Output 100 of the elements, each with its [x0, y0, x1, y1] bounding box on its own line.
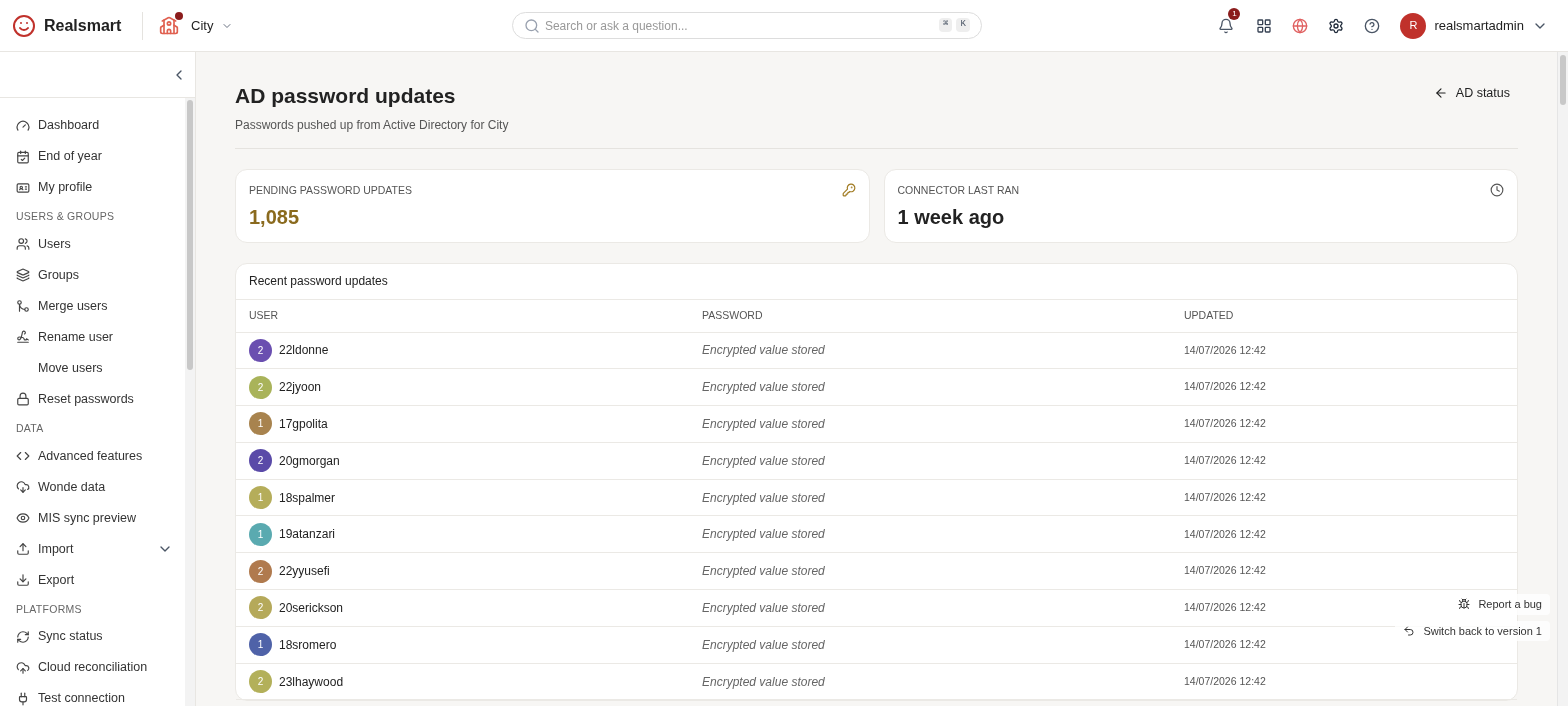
password-cell-text: Encrypted value stored [702, 416, 825, 433]
nav-item[interactable]: Wonde data [16, 471, 173, 503]
stat-label: CONNECTOR LAST RAN [897, 182, 1020, 198]
user-avatar: 1 [249, 412, 272, 436]
user-avatar: 1 [249, 522, 272, 546]
username: 22yyusefi [279, 563, 330, 581]
globe-button[interactable] [1292, 17, 1309, 34]
search-icon [523, 18, 540, 34]
password-cell-text: Encrypted value stored [702, 489, 825, 507]
nav-item[interactable]: MIS sync preview [16, 502, 173, 534]
section-title: USERS & GROUPS [16, 209, 116, 224]
column-header: UPDATED [1184, 307, 1235, 323]
nav-item[interactable]: End of year [16, 141, 173, 172]
password-cell-text: Encrypted value stored [702, 342, 825, 360]
nav-item[interactable]: Export [16, 564, 173, 596]
user-avatar: R [1400, 12, 1427, 39]
nav-item[interactable]: Cloud reconciliation [16, 652, 173, 684]
nav-item[interactable]: Test connection [16, 683, 173, 706]
username: 20gmorgan [279, 452, 340, 470]
username: 17gpolita [279, 416, 328, 433]
nav-item[interactable]: Import [16, 533, 173, 565]
apps-button[interactable] [1256, 17, 1273, 34]
nav-item[interactable]: Rename user [16, 321, 173, 353]
updated-cell-text: 14/07/2026 12:42 [1184, 342, 1266, 358]
user-avatar: 2 [249, 449, 272, 473]
password-cell-text: Encrypted value stored [702, 563, 825, 581]
user-avatar: 2 [249, 596, 272, 620]
password-cell-text: Encrypted value stored [702, 452, 825, 470]
password-cell-text: Encrypted value stored [702, 599, 825, 617]
nav-item[interactable]: Reset passwords [16, 383, 173, 415]
back-link[interactable]: AD status [1433, 84, 1510, 103]
user-avatar: 2 [249, 559, 272, 583]
id-card-icon [16, 180, 30, 195]
settings-button[interactable] [1328, 17, 1345, 34]
lock-icon [16, 392, 30, 407]
password-cell-text: Encrypted value stored [702, 379, 825, 397]
column-header: PASSWORD [702, 307, 764, 323]
clock-icon [1490, 182, 1504, 197]
notification-count: 1 [1228, 7, 1241, 20]
user-menu[interactable]: R realsmartadmin [1400, 12, 1548, 39]
table-title: Recent password updates [236, 263, 1517, 300]
nav-item[interactable]: Users [16, 228, 173, 260]
updated-cell-text: 14/07/2026 12:42 [1184, 526, 1266, 542]
sync-icon [16, 629, 30, 644]
updated-cell-text: 14/07/2026 12:42 [1184, 673, 1266, 689]
updated-cell-text: 14/07/2026 12:42 [1184, 563, 1266, 579]
username: 18sromero [279, 636, 337, 654]
nav-item[interactable]: My profile [16, 172, 173, 203]
scrollbar[interactable] [185, 98, 195, 706]
nav-item[interactable]: Sync status [16, 621, 173, 653]
code-icon [16, 449, 30, 463]
gauge-icon [16, 118, 30, 133]
school-icon [159, 15, 179, 36]
page-subtitle: Passwords pushed up from Active Directory for City [235, 116, 509, 134]
user-avatar: 1 [249, 486, 272, 510]
password-cell-text: Encrypted value stored [702, 673, 825, 691]
stat-value: 1 week ago [897, 205, 1006, 231]
updated-cell-text: 14/07/2026 12:42 [1184, 489, 1266, 505]
grid-icon [1256, 17, 1273, 34]
eye-icon [16, 511, 30, 525]
user-avatar: 2 [249, 338, 272, 362]
updated-cell-text: 14/07/2026 12:42 [1184, 379, 1266, 395]
user-avatar: 2 [249, 375, 272, 399]
nav-item[interactable]: Advanced features [16, 440, 173, 472]
undo-icon [1403, 624, 1416, 637]
users-icon [16, 237, 30, 252]
shortcut-key: ⌘ [939, 18, 953, 32]
plug-icon [16, 691, 30, 706]
cloud-upload-icon [16, 660, 30, 675]
globe-icon [1292, 17, 1309, 34]
shortcut-key: K [956, 18, 970, 32]
column-header: USER [249, 307, 280, 323]
section-title: PLATFORMS [16, 601, 83, 617]
nav-item[interactable]: Move users [16, 352, 173, 384]
user-avatar: 1 [249, 633, 272, 657]
bug-icon [1458, 598, 1471, 611]
updated-cell-text: 14/07/2026 12:42 [1184, 452, 1266, 468]
stat-value: 1,085 [249, 205, 301, 231]
username: 20serickson [279, 599, 344, 617]
username: 23lhaywood [279, 673, 344, 691]
nav-item[interactable]: Groups [16, 259, 173, 291]
school-selector[interactable]: City [187, 15, 238, 36]
password-cell-text: Encrypted value stored [702, 636, 825, 654]
password-cell-text: Encrypted value stored [702, 526, 825, 544]
floating-button[interactable]: Switch back to version 1 [1395, 620, 1550, 641]
updated-cell: 14/07/2026 12:42 [1184, 600, 1266, 616]
user-avatar: 2 [249, 670, 272, 694]
logo-icon [12, 13, 36, 38]
updated-cell-text: 14/07/2026 12:42 [1184, 636, 1266, 652]
scrollbar[interactable] [1557, 52, 1568, 706]
help-button[interactable] [1364, 17, 1381, 34]
cloud-download-icon [16, 480, 30, 494]
section-title: DATA [16, 420, 45, 436]
merge-icon [16, 299, 30, 314]
username: 22ldonne [279, 342, 329, 360]
calendar-icon [16, 149, 30, 164]
username: 18spalmer [279, 489, 336, 507]
page-title: AD password updates [235, 83, 457, 109]
nav-item[interactable]: Merge users [16, 290, 173, 322]
nav-item[interactable]: Dashboard [16, 110, 173, 141]
